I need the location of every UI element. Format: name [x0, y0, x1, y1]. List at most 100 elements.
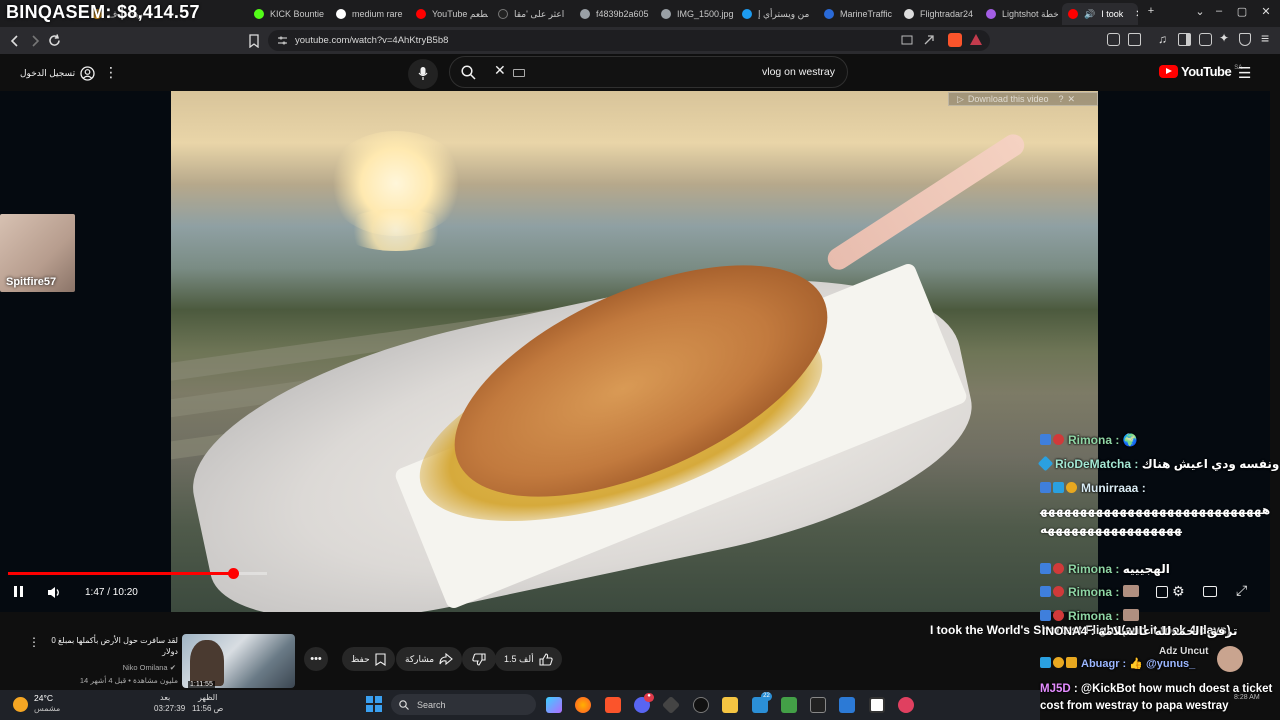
- browser-tab[interactable]: YouTube مطعم: [416, 3, 488, 25]
- minimize-icon[interactable]: –: [1211, 5, 1227, 17]
- firefox-icon[interactable]: [575, 697, 591, 713]
- leo-ai-icon[interactable]: ✦: [1219, 31, 1229, 45]
- app-g-icon[interactable]: [810, 697, 826, 713]
- youtube-logo[interactable]: YouTube SA: [1159, 64, 1242, 79]
- help-icon[interactable]: ?: [1058, 94, 1063, 104]
- settings-gear-icon[interactable]: ⚙: [1172, 583, 1185, 600]
- related-more-icon[interactable]: ⋮: [28, 635, 40, 649]
- browser-tab[interactable]: من ويسترأي إ: [742, 3, 814, 25]
- chat-text: والله ونفسه ودي اعيش هناك: [1141, 457, 1280, 471]
- copilot-icon[interactable]: [546, 697, 562, 713]
- browser-tab[interactable]: Flightradar24: [904, 3, 976, 25]
- theater-mode-icon[interactable]: [1203, 586, 1217, 597]
- related-video-title[interactable]: لقد سافرت حول الأرض بأكملها بمبلغ 0 دولا…: [48, 635, 178, 657]
- url-field[interactable]: youtube.com/watch?v=4AhKtryB5b8: [268, 30, 990, 51]
- moderator-badge-icon: [1040, 610, 1051, 621]
- save-button[interactable]: حفظ: [342, 647, 395, 671]
- captions-icon[interactable]: [1156, 586, 1168, 598]
- xbox-icon[interactable]: [781, 697, 797, 713]
- subscriber-badge-icon: [1053, 563, 1064, 574]
- forward-icon[interactable]: [28, 34, 42, 48]
- more-options-icon[interactable]: ⋮: [104, 64, 118, 81]
- browser-tab[interactable]: KICK Bountie: [254, 3, 326, 25]
- back-icon[interactable]: [8, 34, 22, 48]
- search-input[interactable]: vlog on westray: [762, 66, 835, 78]
- install-app-icon[interactable]: [901, 35, 913, 46]
- browser-tab[interactable]: اعثر على 'مقا: [498, 3, 570, 25]
- reader-icon[interactable]: [1128, 33, 1141, 46]
- system-clock: 8:28 AM: [1234, 694, 1260, 701]
- brave-rewards-icon[interactable]: [970, 34, 982, 45]
- extensions-icon[interactable]: [1107, 33, 1120, 46]
- search-icon[interactable]: [461, 65, 476, 80]
- tab-favicon-icon: [661, 9, 671, 19]
- progress-bar[interactable]: [8, 568, 267, 579]
- notion-icon[interactable]: [869, 697, 885, 713]
- obs-icon[interactable]: [693, 697, 709, 713]
- browser-tab-active[interactable]: 🔊 I took ✕: [1062, 3, 1138, 25]
- close-window-icon[interactable]: ✕: [1258, 5, 1274, 18]
- subscriber-badge-icon: [1053, 586, 1064, 597]
- tab-close-icon[interactable]: ✕: [1135, 9, 1138, 20]
- keyboard-icon[interactable]: [513, 69, 525, 77]
- search-box[interactable]: ✕ vlog on westray: [449, 56, 848, 88]
- chevron-down-icon[interactable]: ⌄: [1192, 5, 1208, 18]
- founder-badge-icon: [1066, 482, 1077, 493]
- chat-username: Rimona: [1068, 585, 1113, 599]
- browser-tab[interactable]: medium rare: [336, 3, 406, 25]
- tab-favicon-icon: [416, 9, 426, 19]
- video-frame[interactable]: [171, 91, 1098, 612]
- file-explorer-icon[interactable]: [722, 697, 738, 713]
- browser-tab[interactable]: IMG_1500.jpg: [661, 3, 733, 25]
- volume-icon[interactable]: [47, 586, 63, 599]
- tab-favicon-icon: [1068, 9, 1078, 19]
- dislike-button[interactable]: [462, 647, 496, 671]
- brave-icon[interactable]: [605, 697, 621, 713]
- vpn-shield-icon[interactable]: [1239, 33, 1251, 46]
- tab-label: I took: [1101, 9, 1124, 19]
- like-button[interactable]: 1.5 ألف: [495, 647, 562, 671]
- more-horizontal-icon: •••: [310, 653, 322, 665]
- related-video-thumbnail[interactable]: 1:11:55: [182, 634, 295, 688]
- share-button[interactable]: مشاركة: [396, 647, 463, 671]
- bookmark-icon[interactable]: [248, 34, 260, 48]
- sidebar-icon[interactable]: [1178, 33, 1191, 46]
- guide-menu-icon[interactable]: ☰: [1238, 64, 1251, 82]
- taskbar-search-box[interactable]: Search: [391, 694, 536, 715]
- browser-tab[interactable]: MarineTraffic: [824, 3, 896, 25]
- scrubber-handle[interactable]: [227, 568, 239, 579]
- sign-in-button[interactable]: تسجيل الدخول: [20, 66, 95, 81]
- maximize-icon[interactable]: ▢: [1234, 5, 1250, 18]
- chat-message: Rimona : 🌍: [1040, 433, 1138, 447]
- windows-start-icon[interactable]: [366, 696, 382, 712]
- brave-shields-icon[interactable]: [948, 33, 962, 47]
- clear-search-icon[interactable]: ✕: [494, 62, 506, 79]
- tab-label: من ويسترأي إ: [758, 8, 810, 19]
- related-video-channel[interactable]: Niko Omilana ✔: [80, 663, 176, 672]
- sunny-weather-icon[interactable]: [13, 697, 28, 712]
- voice-search-button[interactable]: [408, 59, 438, 89]
- fullscreen-icon[interactable]: ⤢: [1236, 582, 1247, 599]
- emote-icon: [1122, 585, 1139, 597]
- tab-favicon-icon: [986, 9, 996, 19]
- reload-icon[interactable]: [47, 33, 62, 48]
- app-pink-icon[interactable]: [898, 697, 914, 713]
- pause-button[interactable]: [14, 586, 23, 597]
- chat-message: Rimona :: [1040, 585, 1141, 599]
- media-icon[interactable]: ♫: [1158, 32, 1167, 46]
- site-settings-icon[interactable]: [277, 35, 288, 46]
- browser-tab[interactable]: Lightshot خطة: [986, 3, 1058, 25]
- share-icon[interactable]: [923, 34, 935, 46]
- new-tab-icon[interactable]: +: [1143, 5, 1159, 17]
- wallet-icon[interactable]: [1199, 33, 1212, 46]
- download-overlay-button[interactable]: ▷ Download this video ? ✕: [948, 92, 1098, 106]
- more-actions-button[interactable]: •••: [304, 647, 328, 671]
- tab-favicon-icon: [498, 9, 508, 19]
- close-icon[interactable]: ✕: [1068, 94, 1076, 105]
- vscode-icon[interactable]: [839, 697, 855, 713]
- menu-icon[interactable]: ≡: [1261, 30, 1269, 46]
- browser-tab[interactable]: f4839b2a605: [580, 3, 652, 25]
- sign-in-label: تسجيل الدخول: [20, 68, 76, 78]
- url-text[interactable]: youtube.com/watch?v=4AhKtryB5b8: [295, 35, 448, 46]
- moderator-badge-icon: [1040, 563, 1051, 574]
